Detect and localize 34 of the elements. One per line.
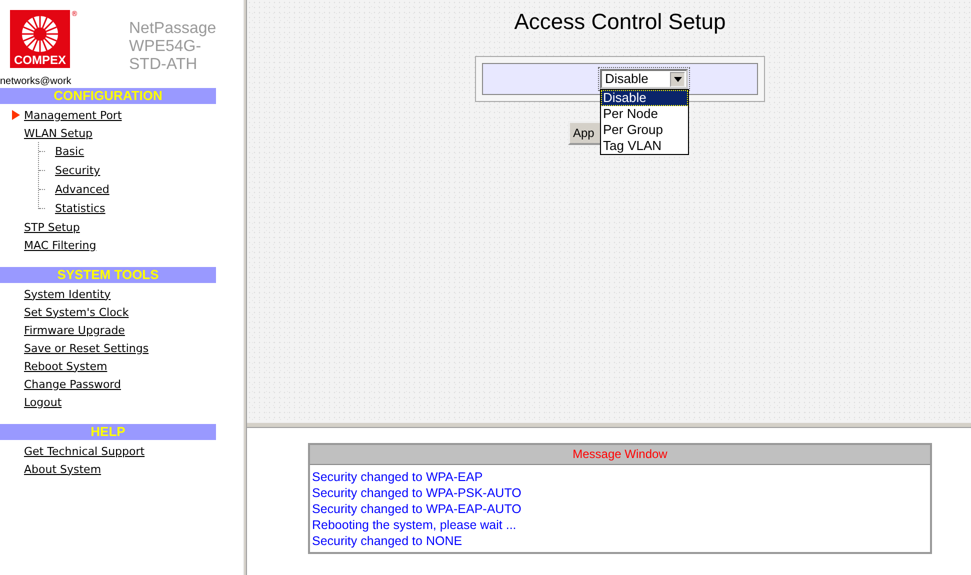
message-line: Rebooting the system, please wait ... [312, 517, 518, 533]
sidebar-link[interactable]: Statistics [55, 202, 106, 215]
section-header: CONFIGURATION [0, 88, 216, 104]
sidebar-link[interactable]: Set System's Clock [24, 306, 129, 318]
message-line: Security changed to NONE [312, 533, 464, 549]
sidebar-link[interactable]: STP Setup [24, 220, 80, 234]
sidebar-link[interactable]: About System [24, 462, 102, 476]
sidebar-link[interactable]: MAC Filtering [24, 238, 96, 252]
sidebar-link[interactable]: Firmware Upgrade [24, 324, 125, 336]
sidebar-link[interactable]: Change Password [24, 378, 121, 390]
sidebar-link[interactable]: WLAN Setup [24, 126, 93, 140]
sidebar-link[interactable]: Management Port [24, 108, 122, 122]
message-line: Security changed to WPA-PSK-AUTO [312, 485, 522, 501]
dropdown-option[interactable]: Disable [601, 90, 688, 106]
access-control-dropdown[interactable]: Disable [600, 69, 688, 89]
sidebar-link[interactable]: Advanced [55, 183, 110, 196]
sidebar-link[interactable]: Basic [55, 145, 84, 158]
message-line: Security changed to WPA-EAP [312, 469, 484, 485]
message-window-title: Message Window [310, 445, 930, 465]
sidebar-link[interactable]: Logout [24, 396, 62, 408]
sun-icon [21, 15, 59, 53]
tagline: networks@work [0, 76, 72, 88]
sidebar-link[interactable]: Save or Reset Settings [24, 342, 149, 354]
message-line: Security changed to WPA-EAP-AUTO [312, 501, 522, 517]
logo-text: COMPEX [14, 54, 66, 67]
sidebar-link[interactable]: System Identity [24, 288, 111, 300]
page-title: Access Control Setup [514, 9, 726, 35]
sidebar-link[interactable]: Reboot System [24, 360, 108, 372]
sidebar-link[interactable]: Security [55, 164, 100, 177]
section-header: SYSTEM TOOLS [0, 267, 216, 283]
dropdown-option[interactable]: Per Node [601, 106, 688, 122]
sidebar-link[interactable]: Get Technical Support [24, 444, 145, 458]
section-header: HELP [0, 424, 216, 440]
product-name: NetPassage WPE54G- STD-ATH [129, 20, 216, 74]
